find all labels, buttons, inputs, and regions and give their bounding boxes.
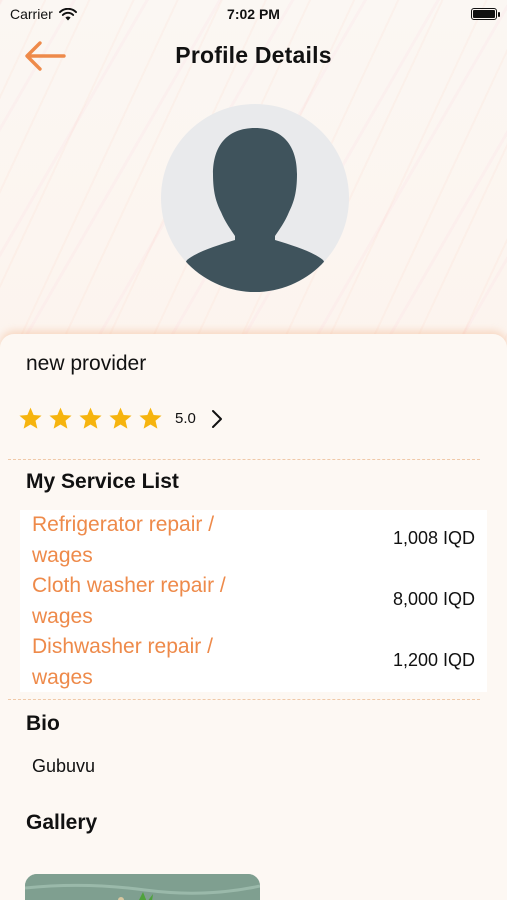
gallery-photo-icon [25,874,260,900]
person-silhouette-icon [181,128,329,292]
star-rating [18,406,163,431]
bio-text: Gubuvu [32,756,96,776]
provider-name: new provider [26,352,147,375]
service-name: Refrigerator repair / wages [32,513,215,567]
service-item[interactable]: Cloth washer repair / wages 8,000 IQD [20,571,487,632]
star-icon [19,407,42,429]
star-icon [49,407,72,429]
profile-card: new provider 5.0 My Service List Refrige… [0,334,507,900]
divider [8,699,480,700]
service-name: Dishwasher repair / wages [32,635,213,689]
status-bar: Carrier 7:02 PM [0,0,507,28]
page-title: Profile Details [175,42,332,68]
service-list: Refrigerator repair / wages 1,008 IQD Cl… [20,510,487,692]
battery-icon [471,8,500,20]
bio-title: Bio [26,712,60,735]
carrier-label: Carrier [10,6,53,22]
service-name: Cloth washer repair / wages [32,574,226,628]
rating-row[interactable]: 5.0 [18,406,224,431]
star-icon [109,407,132,429]
divider [8,459,480,460]
gallery-title: Gallery [26,811,98,834]
chevron-right-icon [211,409,222,428]
service-list-title: My Service List [26,470,179,493]
avatar [161,104,349,292]
service-price: 8,000 IQD [392,589,475,609]
header: Profile Details [0,34,507,80]
wifi-icon [58,7,77,20]
service-item[interactable]: Refrigerator repair / wages 1,008 IQD [20,510,487,571]
service-price: 1,008 IQD [392,528,475,548]
service-item[interactable]: Dishwasher repair / wages 1,200 IQD [20,632,487,693]
gallery-image[interactable] [25,874,260,900]
service-price: 1,200 IQD [392,650,475,670]
star-icon [79,407,102,429]
rating-value: 5.0 [175,410,196,427]
star-icon [139,407,162,429]
